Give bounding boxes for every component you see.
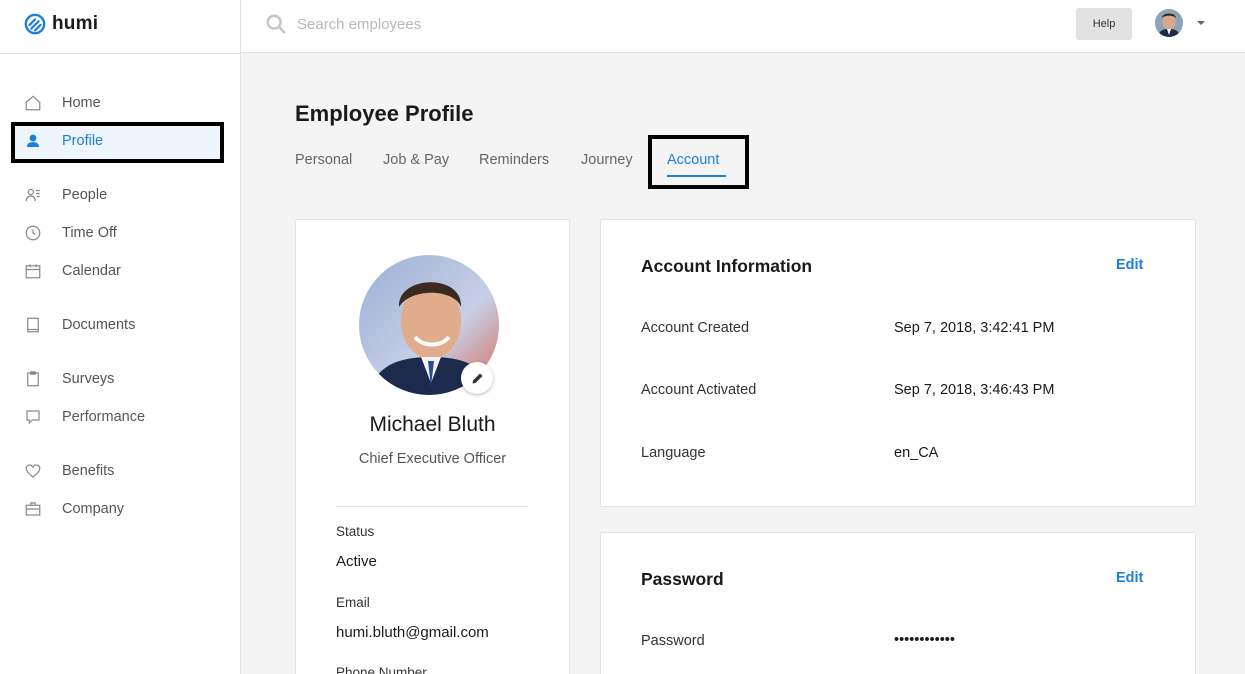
edit-account-button[interactable]: Edit <box>1116 257 1143 273</box>
chevron-down-icon[interactable] <box>1196 19 1206 27</box>
tab-personal[interactable]: Personal <box>295 150 352 170</box>
sidebar-item-label: Profile <box>62 133 104 149</box>
password-value: •••••••••••• <box>894 632 955 648</box>
sidebar-item-documents[interactable]: Documents <box>24 313 135 337</box>
humi-logo-icon <box>24 13 46 35</box>
humi-logo[interactable]: humi <box>24 12 98 36</box>
employee-job-title: Chief Executive Officer <box>358 451 507 467</box>
sidebar-item-label: Documents <box>62 317 136 333</box>
page-title: Employee Profile <box>295 101 474 126</box>
document-icon <box>27 317 39 333</box>
sidebar-divider <box>0 53 240 54</box>
language-value: en_CA <box>894 445 939 461</box>
sidebar-item-home[interactable]: Home <box>24 91 101 115</box>
sidebar-item-label: Home <box>62 95 101 111</box>
calendar-icon <box>25 264 41 279</box>
tab-reminders[interactable]: Reminders <box>479 150 549 170</box>
search-input[interactable] <box>297 11 657 37</box>
sidebar-item-label: Surveys <box>62 371 115 387</box>
home-icon <box>25 95 41 111</box>
account-activated-value: Sep 7, 2018, 3:46:43 PM <box>894 382 1055 398</box>
brand-name: humi <box>52 13 99 34</box>
phone-label: Phone Number <box>336 665 427 674</box>
account-activated-label: Account Activated <box>641 382 757 398</box>
help-button[interactable]: Help <box>1076 8 1132 40</box>
sidebar-item-label: People <box>62 187 108 203</box>
password-label: Password <box>641 633 705 649</box>
sidebar-item-benefits[interactable]: Benefits <box>24 459 114 483</box>
language-label: Language <box>641 445 706 461</box>
employee-name: Michael Bluth <box>369 413 496 436</box>
status-label: Status <box>336 524 375 539</box>
search-icon <box>266 14 286 34</box>
sidebar-item-label: Calendar <box>62 263 121 279</box>
sidebar-item-people[interactable]: People <box>24 183 107 207</box>
sidebar-item-label: Performance <box>62 409 146 425</box>
briefcase-icon <box>25 502 41 516</box>
person-icon <box>27 134 39 147</box>
edit-password-button[interactable]: Edit <box>1116 570 1143 586</box>
password-card <box>600 532 1196 674</box>
sidebar-item-surveys[interactable]: Surveys <box>24 367 114 391</box>
chat-icon <box>26 410 40 425</box>
account-information-title: Account Information <box>641 256 813 276</box>
sidebar-item-company[interactable]: Company <box>24 497 124 521</box>
account-created-value: Sep 7, 2018, 3:42:41 PM <box>894 320 1055 336</box>
clipboard-icon <box>27 371 39 387</box>
profile-divider <box>336 506 528 507</box>
avatar-image <box>1155 9 1183 37</box>
user-avatar[interactable] <box>1155 9 1183 37</box>
pencil-icon <box>472 373 482 383</box>
sidebar-item-profile[interactable]: Profile <box>24 129 103 153</box>
tab-job-pay[interactable]: Job & Pay <box>383 150 449 170</box>
people-icon <box>25 188 40 202</box>
status-value: Active <box>336 553 377 570</box>
password-title: Password <box>641 569 724 589</box>
sidebar-item-time-off[interactable]: Time Off <box>24 221 117 245</box>
sidebar-item-label: Time Off <box>62 225 117 241</box>
active-tab-highlight <box>648 135 749 189</box>
email-value[interactable]: humi.bluth@gmail.com <box>336 624 489 641</box>
clock-icon <box>25 225 41 241</box>
sidebar: humi Home Profile People Time Off Calend… <box>0 0 241 674</box>
sidebar-item-performance[interactable]: Performance <box>24 405 145 429</box>
email-label: Email <box>336 595 370 610</box>
topbar: Help <box>241 0 1245 53</box>
tab-journey[interactable]: Journey <box>581 150 633 170</box>
sidebar-item-label: Company <box>62 501 125 517</box>
heart-icon <box>25 464 41 478</box>
sidebar-item-calendar[interactable]: Calendar <box>24 259 121 283</box>
sidebar-item-label: Benefits <box>62 463 115 479</box>
account-created-label: Account Created <box>641 320 750 336</box>
edit-photo-button[interactable] <box>461 362 493 394</box>
